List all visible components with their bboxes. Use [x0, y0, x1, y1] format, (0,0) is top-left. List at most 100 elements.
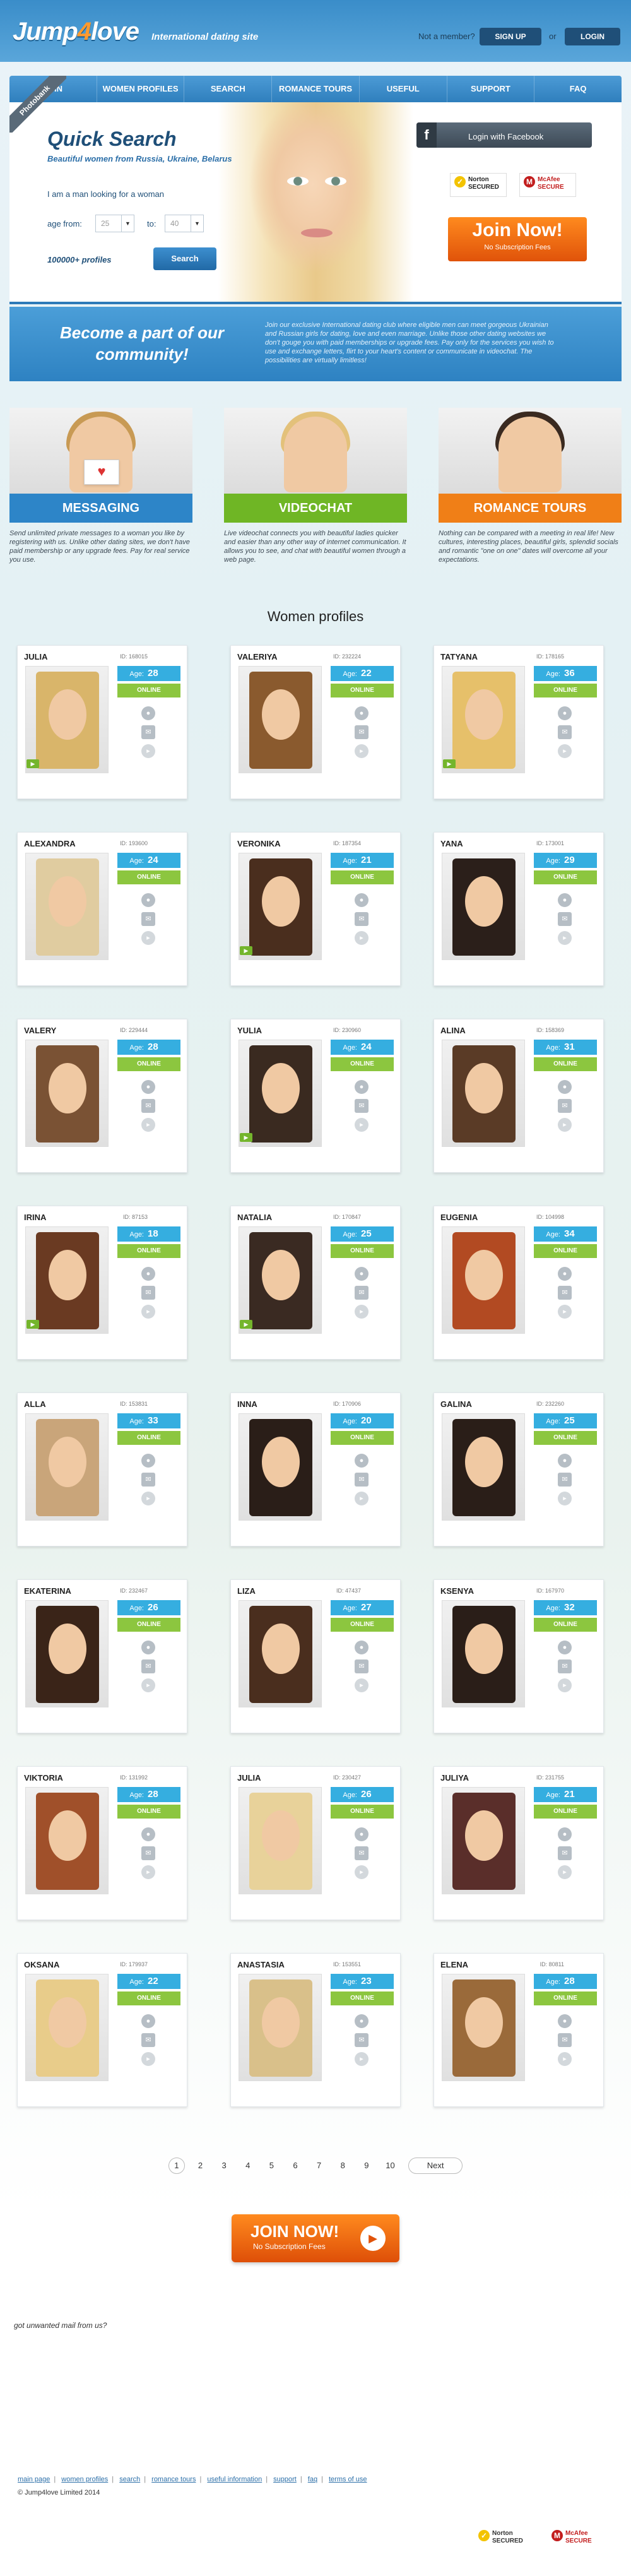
profile-photo[interactable] [442, 666, 525, 773]
profile-name[interactable]: YANA [440, 839, 463, 848]
profile-name[interactable]: JULIYA [440, 1773, 469, 1783]
chat-icon[interactable]: ▸ [355, 931, 369, 945]
profile-name[interactable]: NATALIA [237, 1213, 272, 1222]
footer-link-useful-information[interactable]: useful information [207, 2476, 262, 2483]
profile-photo[interactable] [442, 853, 525, 960]
mail-icon[interactable]: ✉ [141, 1659, 155, 1673]
mail-icon[interactable]: ✉ [355, 725, 369, 739]
mail-icon[interactable]: ✉ [355, 2033, 369, 2047]
profile-name[interactable]: VALERY [24, 1026, 56, 1035]
profile-icon[interactable]: ● [558, 1080, 572, 1094]
profile-icon[interactable]: ● [355, 706, 369, 720]
page-link[interactable]: 6 [287, 2158, 304, 2174]
chat-icon[interactable]: ▸ [558, 1492, 572, 1505]
mail-icon[interactable]: ✉ [355, 1659, 369, 1673]
profile-card[interactable]: JULIA ID: 230427 Age: 26 ONLINE ● ✉ ▸ [230, 1766, 401, 1920]
mail-icon[interactable]: ✉ [141, 1099, 155, 1113]
profile-photo[interactable] [25, 853, 109, 960]
profile-name[interactable]: JULIA [24, 652, 48, 662]
profile-name[interactable]: VIKTORIA [24, 1773, 63, 1783]
footer-link-support[interactable]: support [273, 2476, 297, 2483]
profile-icon[interactable]: ● [141, 1641, 155, 1654]
profile-icon[interactable]: ● [141, 2014, 155, 2028]
nav-item-search[interactable]: SEARCH [184, 76, 273, 102]
chat-icon[interactable]: ▸ [141, 1492, 155, 1505]
chat-icon[interactable]: ▸ [558, 1678, 572, 1692]
profile-icon[interactable]: ● [558, 893, 572, 907]
page-link[interactable]: 4 [240, 2158, 256, 2174]
mail-icon[interactable]: ✉ [141, 1846, 155, 1860]
profile-photo[interactable] [442, 1040, 525, 1147]
profile-name[interactable]: ALINA [440, 1026, 466, 1035]
mail-icon[interactable]: ✉ [141, 1286, 155, 1300]
profile-name[interactable]: ALEXANDRA [24, 839, 76, 848]
chat-icon[interactable]: ▸ [558, 1305, 572, 1319]
profile-name[interactable]: VERONIKA [237, 839, 281, 848]
login-button[interactable]: LOGIN [565, 28, 620, 45]
profile-photo[interactable] [25, 666, 109, 773]
profile-name[interactable]: TATYANA [440, 652, 478, 662]
profile-photo[interactable] [442, 1600, 525, 1707]
page-link[interactable]: 3 [216, 2158, 232, 2174]
profile-photo[interactable] [239, 666, 322, 773]
profile-name[interactable]: IRINA [24, 1213, 46, 1222]
footer-link-women-profiles[interactable]: women profiles [61, 2476, 108, 2483]
chat-icon[interactable]: ▸ [141, 744, 155, 758]
profile-name[interactable]: EUGENIA [440, 1213, 478, 1222]
profile-icon[interactable]: ● [558, 1454, 572, 1468]
chat-icon[interactable]: ▸ [141, 1118, 155, 1132]
age-to-select[interactable]: 40 ▼ [165, 215, 204, 232]
profile-icon[interactable]: ● [141, 1827, 155, 1841]
footer-link-terms[interactable]: terms of use [329, 2476, 367, 2483]
mail-icon[interactable]: ✉ [558, 725, 572, 739]
profile-photo[interactable] [25, 1413, 109, 1521]
profile-photo[interactable] [25, 1787, 109, 1894]
profile-card[interactable]: INNA ID: 170906 Age: 20 ONLINE ● ✉ ▸ [230, 1392, 401, 1546]
profile-card[interactable]: VERONIKA ID: 187354 ▶ Age: 21 ONLINE ● ✉ ▸ [230, 832, 401, 986]
profile-photo[interactable] [25, 1040, 109, 1147]
profile-photo[interactable] [442, 1413, 525, 1521]
chat-icon[interactable]: ▸ [355, 744, 369, 758]
profile-name[interactable]: ALLA [24, 1399, 46, 1409]
profile-card[interactable]: TATYANA ID: 178165 ▶ Age: 36 ONLINE ● ✉ ▸ [433, 645, 604, 799]
profile-icon[interactable]: ● [355, 1641, 369, 1654]
chat-icon[interactable]: ▸ [355, 1118, 369, 1132]
mail-icon[interactable]: ✉ [355, 912, 369, 926]
profile-name[interactable]: KSENYA [440, 1586, 474, 1596]
profile-card[interactable]: IRINA ID: 87153 ▶ Age: 18 ONLINE ● ✉ ▸ [17, 1206, 187, 1360]
profile-icon[interactable]: ● [558, 1267, 572, 1281]
chat-icon[interactable]: ▸ [355, 1678, 369, 1692]
mail-icon[interactable]: ✉ [558, 1099, 572, 1113]
profile-card[interactable]: YULIA ID: 230960 ▶ Age: 24 ONLINE ● ✉ ▸ [230, 1019, 401, 1173]
site-logo[interactable]: Jump4love [13, 18, 139, 46]
profile-photo[interactable] [25, 1600, 109, 1707]
profile-card[interactable]: ELENA ID: 80811 Age: 28 ONLINE ● ✉ ▸ [433, 1953, 604, 2107]
profile-card[interactable]: ALLA ID: 153831 Age: 33 ONLINE ● ✉ ▸ [17, 1392, 187, 1546]
profile-icon[interactable]: ● [141, 893, 155, 907]
profile-card[interactable]: KSENYA ID: 167970 Age: 32 ONLINE ● ✉ ▸ [433, 1579, 604, 1733]
feature-romance-tours[interactable]: ROMANCE TOURS Nothing can be compared wi… [439, 408, 622, 564]
chat-icon[interactable]: ▸ [558, 931, 572, 945]
page-link[interactable]: 10 [382, 2158, 399, 2174]
profile-card[interactable]: EKATERINA ID: 232467 Age: 26 ONLINE ● ✉ ▸ [17, 1579, 187, 1733]
profile-icon[interactable]: ● [355, 893, 369, 907]
profile-name[interactable]: LIZA [237, 1586, 256, 1596]
mail-icon[interactable]: ✉ [141, 2033, 155, 2047]
profile-card[interactable]: NATALIA ID: 170847 ▶ Age: 25 ONLINE ● ✉ ▸ [230, 1206, 401, 1360]
chat-icon[interactable]: ▸ [558, 1865, 572, 1879]
profile-card[interactable]: GALINA ID: 232260 Age: 25 ONLINE ● ✉ ▸ [433, 1392, 604, 1546]
profile-icon[interactable]: ● [355, 2014, 369, 2028]
profile-icon[interactable]: ● [355, 1454, 369, 1468]
nav-item-useful-information[interactable]: USEFUL INFORMATION [360, 76, 447, 120]
profile-photo[interactable] [239, 853, 322, 960]
profile-photo[interactable] [25, 1226, 109, 1334]
mail-icon[interactable]: ✉ [558, 1473, 572, 1487]
profile-photo[interactable] [239, 1787, 322, 1894]
profile-icon[interactable]: ● [141, 706, 155, 720]
page-link[interactable]: 9 [358, 2158, 375, 2174]
profile-photo[interactable] [442, 1226, 525, 1334]
profile-card[interactable]: LIZA ID: 47437 Age: 27 ONLINE ● ✉ ▸ [230, 1579, 401, 1733]
profile-card[interactable]: YANA ID: 173001 Age: 29 ONLINE ● ✉ ▸ [433, 832, 604, 986]
profile-card[interactable]: JULIA ID: 168015 ▶ Age: 28 ONLINE ● ✉ ▸ [17, 645, 187, 799]
page-link[interactable]: 1 [168, 2158, 185, 2174]
